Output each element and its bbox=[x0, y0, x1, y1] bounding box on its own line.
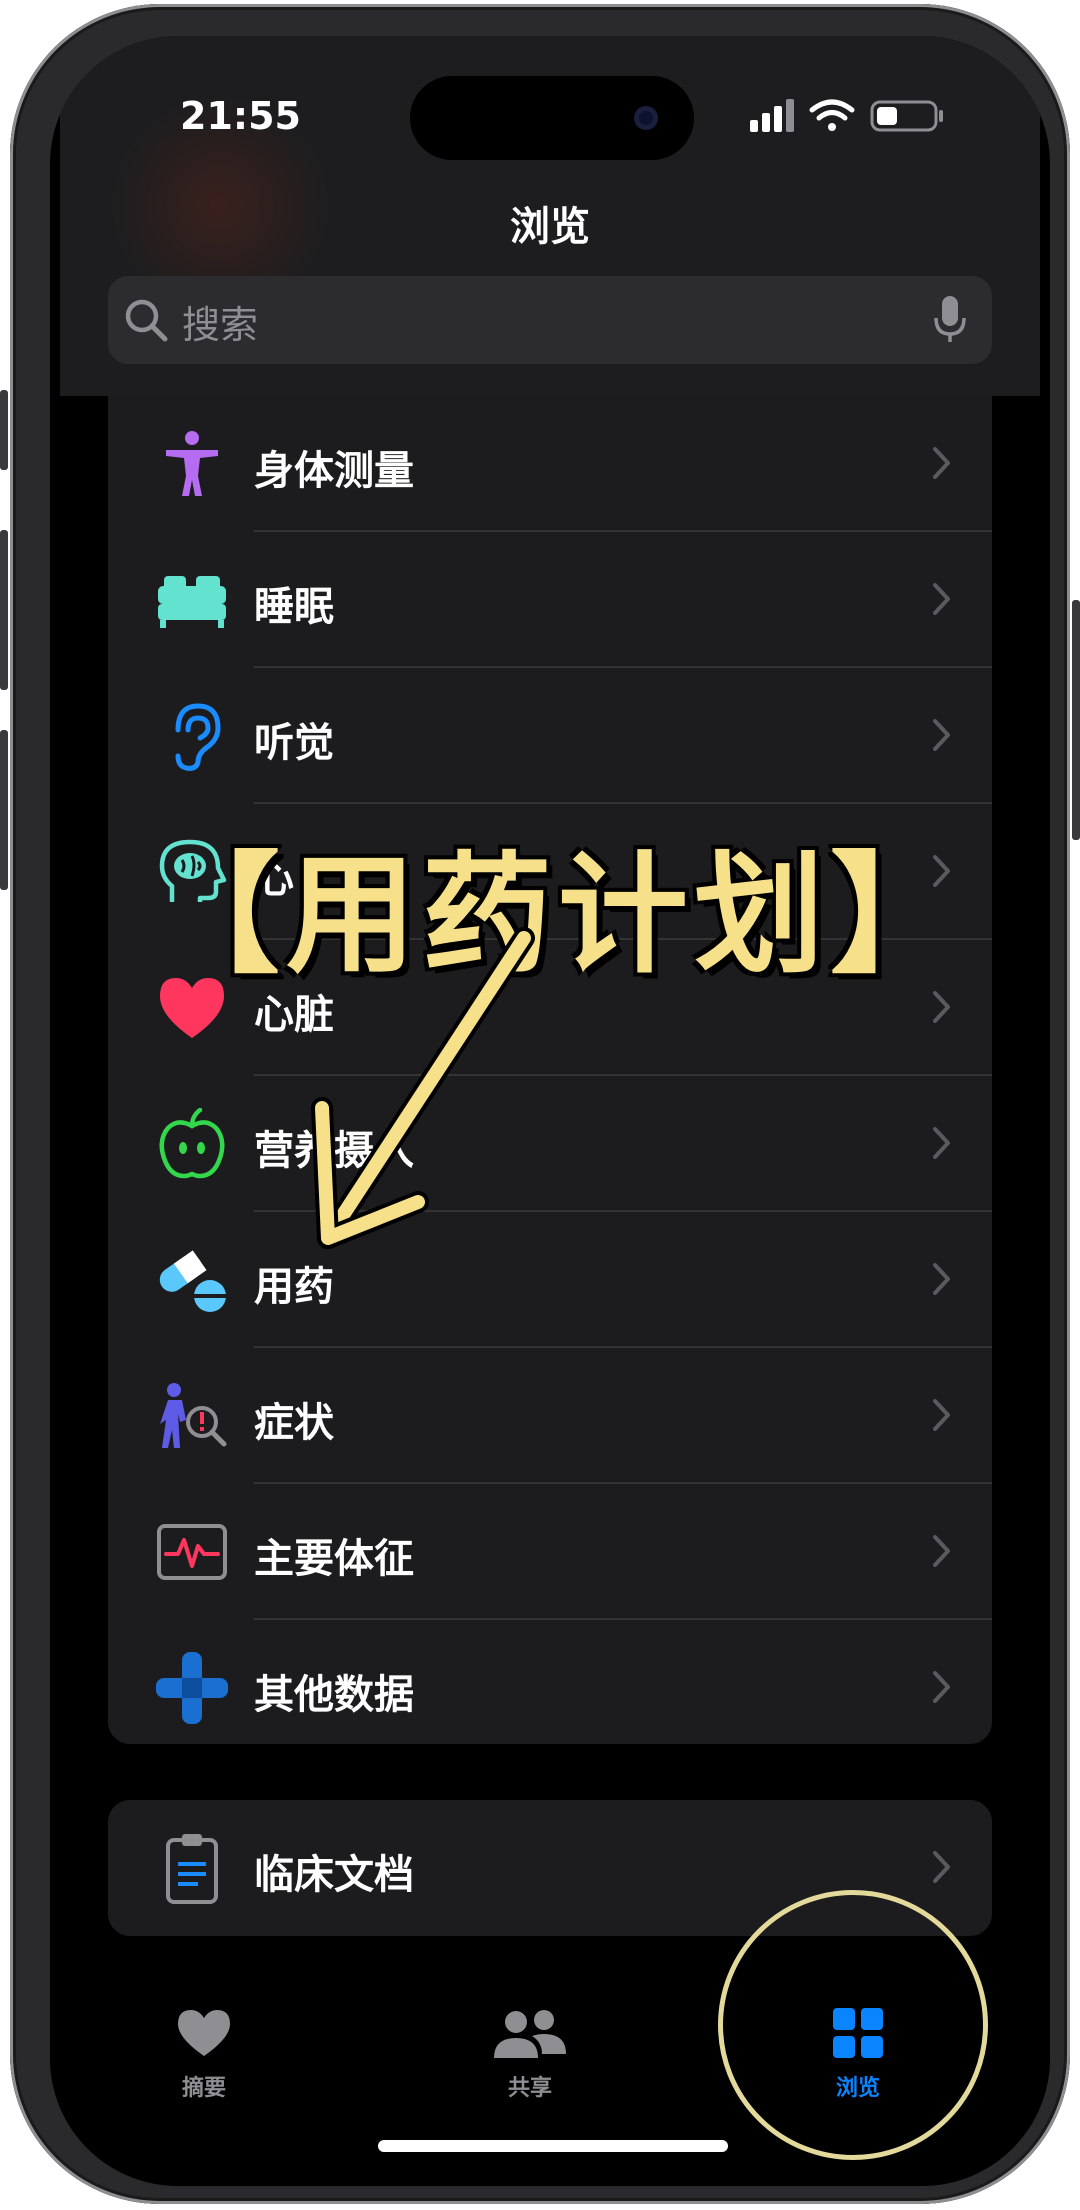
search-bar[interactable]: 搜索 bbox=[108, 276, 992, 364]
chevron-right-icon bbox=[933, 1263, 950, 1295]
volume-up-button bbox=[0, 530, 8, 690]
chevron-right-icon bbox=[933, 719, 950, 751]
home-indicator bbox=[378, 2140, 728, 2152]
battery-icon bbox=[870, 100, 943, 132]
search-icon bbox=[125, 299, 168, 342]
camera-icon bbox=[634, 106, 658, 130]
wifi-icon bbox=[809, 99, 855, 131]
category-label: 症状 bbox=[254, 1400, 334, 1446]
chevron-right-icon bbox=[933, 1535, 950, 1567]
category-row-other-data[interactable]: 其他数据 bbox=[108, 1620, 992, 1744]
apple-icon bbox=[159, 1108, 225, 1179]
clinical-documents-label: 临床文档 bbox=[254, 1852, 414, 1898]
chevron-right-icon bbox=[933, 447, 950, 479]
category-label: 身体测量 bbox=[254, 448, 414, 494]
category-label: 其他数据 bbox=[254, 1672, 414, 1718]
dynamic-island bbox=[410, 76, 694, 160]
power-button bbox=[1072, 600, 1080, 840]
category-row-sleep[interactable]: 睡眠 bbox=[108, 532, 992, 668]
category-label: 听觉 bbox=[254, 720, 334, 766]
category-row-hearing[interactable]: 听觉 bbox=[108, 668, 992, 804]
volume-down-button bbox=[0, 730, 8, 890]
pills-icon bbox=[159, 1250, 226, 1312]
category-row-symptoms[interactable]: 症状 bbox=[108, 1348, 992, 1484]
status-time: 21:55 bbox=[180, 94, 301, 138]
vitals-icon bbox=[157, 1524, 227, 1580]
plus-icon bbox=[156, 1652, 228, 1724]
signal-icon bbox=[750, 99, 794, 132]
chevron-right-icon bbox=[933, 1399, 950, 1431]
page-title: 浏览 bbox=[510, 204, 590, 250]
tab-sharing[interactable]: 共享 bbox=[430, 1996, 630, 2116]
category-label: 主要体征 bbox=[254, 1536, 414, 1582]
search-placeholder: 搜索 bbox=[182, 303, 259, 347]
category-row-vitals[interactable]: 主要体征 bbox=[108, 1484, 992, 1620]
clipboard-icon bbox=[166, 1834, 218, 1904]
ear-icon bbox=[175, 703, 221, 771]
category-label: 睡眠 bbox=[254, 584, 334, 630]
figure-icon bbox=[166, 431, 218, 496]
chevron-right-icon bbox=[933, 1671, 950, 1703]
people-icon bbox=[494, 2010, 566, 2058]
status-icons bbox=[750, 99, 943, 132]
highlight-circle bbox=[718, 1890, 988, 2160]
arrow-annotation bbox=[311, 927, 535, 1249]
symptoms-icon bbox=[160, 1383, 227, 1448]
tab-label: 摘要 bbox=[181, 2076, 226, 2101]
chevron-right-icon bbox=[933, 1127, 950, 1159]
action-button bbox=[0, 390, 8, 470]
category-row-body-measurements[interactable]: 身体测量 bbox=[108, 396, 992, 532]
microphone-icon[interactable] bbox=[932, 294, 968, 346]
chevron-right-icon bbox=[933, 1851, 950, 1883]
chevron-right-icon bbox=[933, 583, 950, 615]
heart-tab-icon bbox=[178, 2010, 230, 2056]
bed-icon bbox=[158, 576, 226, 628]
tab-summary[interactable]: 摘要 bbox=[104, 1996, 304, 2116]
tab-label: 共享 bbox=[507, 2076, 552, 2101]
